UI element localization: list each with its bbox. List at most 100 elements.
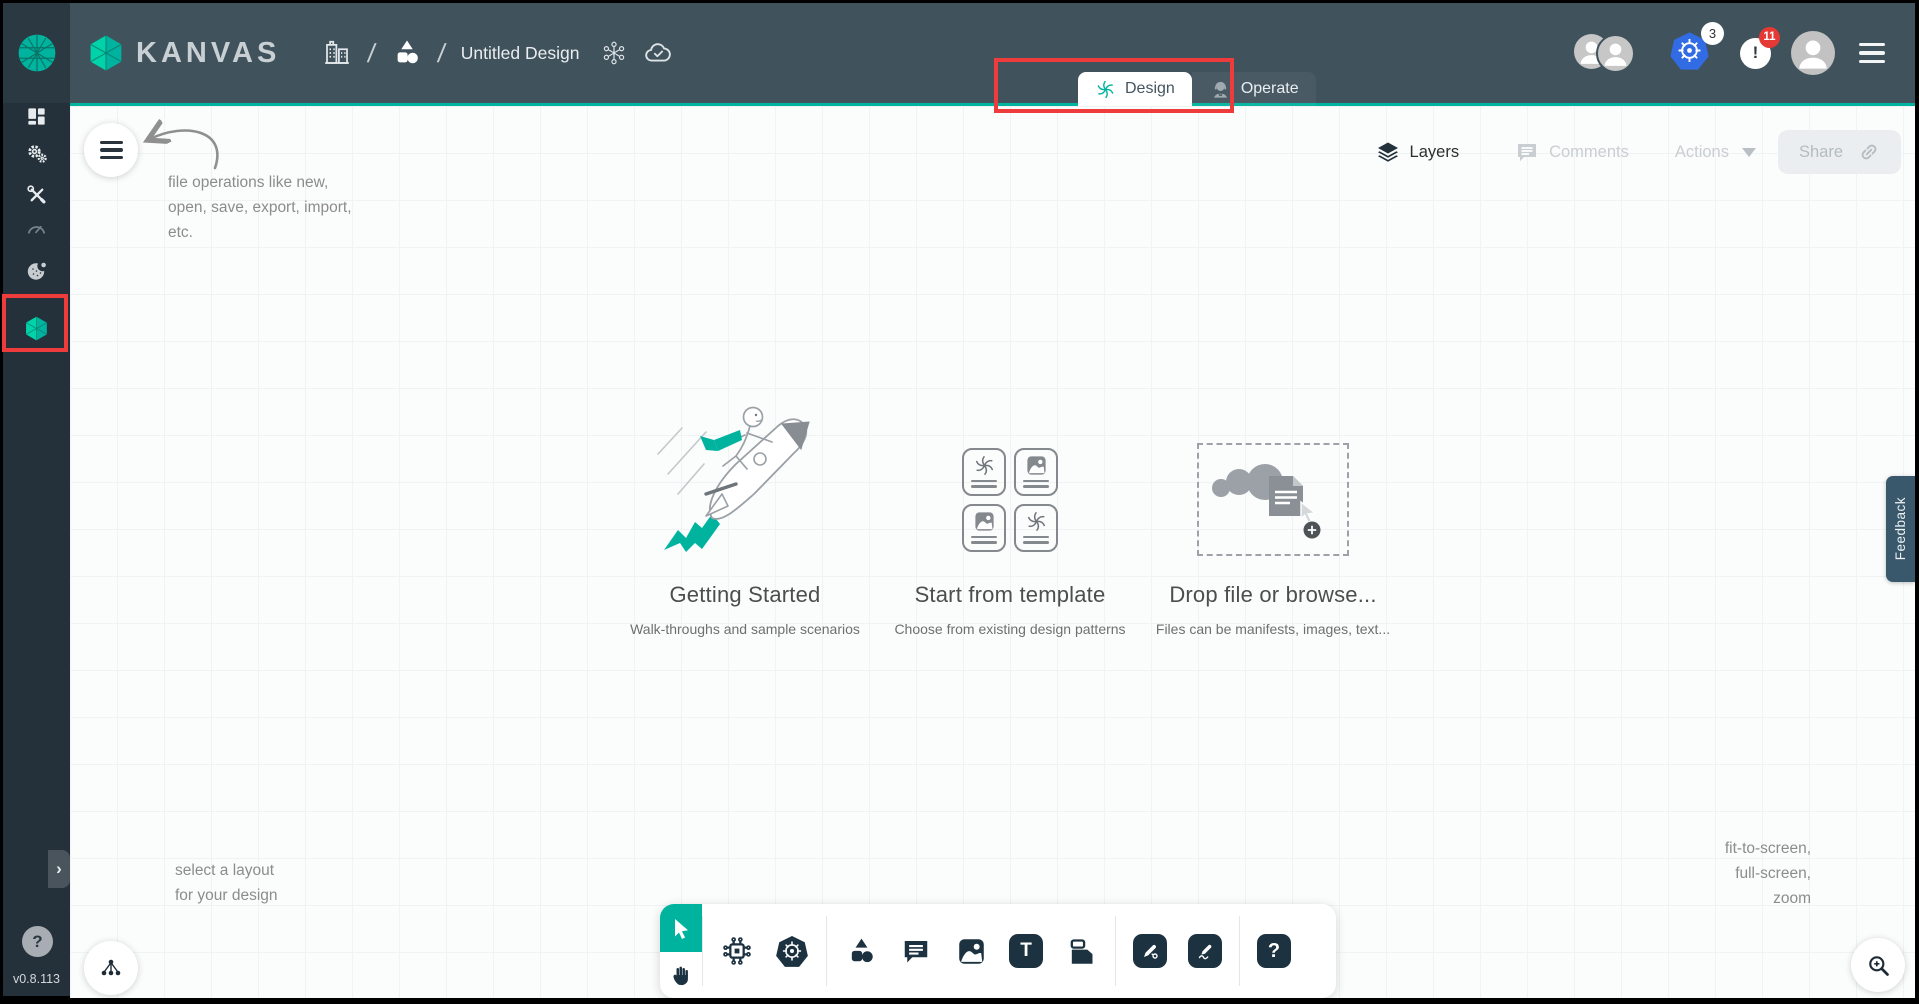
tab-design[interactable]: Design <box>1078 72 1192 106</box>
card-start-from-template[interactable]: Start from template Choose from existing… <box>860 384 1160 637</box>
comment-tool[interactable] <box>899 934 933 968</box>
spiral-icon <box>1025 510 1048 533</box>
card-title[interactable]: Start from template <box>860 582 1160 608</box>
notifications-button[interactable]: ! 11 <box>1740 38 1771 69</box>
design-canvas[interactable]: file operations like new, open, save, ex… <box>70 106 1915 998</box>
pan-tool[interactable] <box>660 952 702 998</box>
cloud-check-icon <box>643 38 673 68</box>
header-menu-button[interactable] <box>1855 39 1889 68</box>
comment-icon <box>1515 140 1539 164</box>
zoom-controls-button[interactable] <box>1851 938 1905 992</box>
sidebar-expand-button[interactable]: › <box>48 850 70 888</box>
template-tile[interactable] <box>962 448 1006 496</box>
image-icon <box>956 936 987 967</box>
note-tool[interactable] <box>1064 934 1098 968</box>
getting-started-illustration <box>585 384 905 566</box>
card-getting-started[interactable]: Getting Started Walk-throughs and sample… <box>585 384 905 637</box>
circuit-icon <box>721 935 753 967</box>
chevron-down-icon <box>1742 148 1756 157</box>
person-icon <box>1791 31 1835 75</box>
left-sidebar: › ? v0.8.113 <box>3 3 70 996</box>
annotation-file-operations: file operations like new, open, save, ex… <box>168 170 352 245</box>
organization-button[interactable] <box>322 38 352 68</box>
tools-icon <box>25 183 48 206</box>
profile-avatar[interactable] <box>1791 31 1835 75</box>
tab-operate-label: Operate <box>1241 80 1299 98</box>
header-actions: 3 ! 11 <box>1574 3 1889 103</box>
select-tool-active[interactable] <box>660 904 702 952</box>
help-glyph: ? <box>1268 940 1280 963</box>
feedback-tab[interactable]: Feedback <box>1886 476 1915 582</box>
canvas-actionbar: Layers Comments Actions Share <box>1376 128 1901 176</box>
avatar <box>1596 34 1635 73</box>
shapes-tool[interactable] <box>844 934 878 968</box>
card-subtitle: Walk-throughs and sample scenarios <box>585 621 905 637</box>
components-tool[interactable] <box>720 934 754 968</box>
dashboard-icon <box>25 105 48 128</box>
mode-tabbar: Design Operate <box>1078 72 1316 106</box>
breadcrumb-separator: / <box>366 38 378 69</box>
kubernetes-components-tool[interactable] <box>775 934 809 968</box>
image-icon <box>973 510 996 533</box>
collaborator-avatars[interactable] <box>1574 34 1635 73</box>
layers-button[interactable]: Layers <box>1376 140 1460 164</box>
designs-button[interactable] <box>392 38 422 68</box>
cursor-icon <box>669 916 693 940</box>
kubernetes-context-button[interactable]: 3 <box>1669 30 1710 76</box>
kanvas-brand[interactable]: KANVAS <box>86 33 280 73</box>
meshery-sphere-icon <box>16 32 58 74</box>
comments-button[interactable]: Comments <box>1515 140 1629 164</box>
toolbar-help-button[interactable]: ? <box>1257 934 1291 968</box>
template-tile[interactable] <box>962 504 1006 552</box>
design-relationships-button[interactable] <box>601 40 627 66</box>
actions-dropdown[interactable]: Actions <box>1675 143 1756 162</box>
app-version: v0.8.113 <box>3 972 70 986</box>
meshery-logo[interactable] <box>3 3 70 103</box>
save-status-button[interactable] <box>643 38 673 68</box>
sticky-note-icon <box>1066 936 1097 967</box>
hand-icon <box>670 964 693 987</box>
card-title[interactable]: Drop file or browse... <box>1123 582 1423 608</box>
sidebar-item-dashboard[interactable] <box>3 97 70 135</box>
sidebar-item-mesh-adapter[interactable] <box>3 251 70 289</box>
layout-graph-icon <box>99 956 123 980</box>
freehand-draw-tool[interactable] <box>1188 934 1222 968</box>
edge-pen-tool[interactable] <box>1133 934 1167 968</box>
annotation-select-layout: select a layout for your design <box>175 858 278 908</box>
breadcrumb: / / Untitled Design <box>322 38 673 69</box>
card-subtitle: Choose from existing design patterns <box>860 621 1160 637</box>
layout-selector-button[interactable] <box>84 941 138 995</box>
annotation-zoom-controls: fit-to-screen, full-screen, zoom <box>1725 836 1811 911</box>
template-tile[interactable] <box>1014 448 1058 496</box>
shapes-icon <box>392 38 422 68</box>
file-drop-zone[interactable] <box>1197 443 1349 556</box>
tab-operate[interactable]: Operate <box>1192 72 1316 106</box>
kanvas-hexagon-icon <box>23 315 50 342</box>
comments-label: Comments <box>1549 143 1629 162</box>
template-tile[interactable] <box>1014 504 1058 552</box>
sidebar-item-settings[interactable] <box>3 135 70 173</box>
card-title[interactable]: Getting Started <box>585 582 905 608</box>
sidebar-item-performance[interactable] <box>3 209 70 247</box>
image-tool[interactable] <box>954 934 988 968</box>
bottom-toolbar: T <box>660 904 1336 998</box>
file-operations-menu-button[interactable] <box>84 123 138 177</box>
kubernetes-icon <box>775 934 809 968</box>
kubernetes-context-count: 3 <box>1701 22 1724 45</box>
magnifier-plus-icon <box>1865 952 1892 979</box>
operate-headset-icon <box>1209 78 1232 101</box>
sidebar-item-toolbox[interactable] <box>3 175 70 213</box>
chevron-right-icon: › <box>56 859 62 879</box>
card-drop-file[interactable]: Drop file or browse... Files can be mani… <box>1123 384 1423 637</box>
building-icon <box>322 38 352 68</box>
help-button[interactable]: ? <box>22 926 53 957</box>
document-title[interactable]: Untitled Design <box>461 43 580 64</box>
share-button[interactable]: Share <box>1778 130 1901 174</box>
sidebar-item-kanvas[interactable] <box>3 309 70 347</box>
feedback-label: Feedback <box>1893 497 1908 560</box>
actions-label: Actions <box>1675 143 1729 162</box>
top-header: KANVAS / / Untitled Design <box>70 3 1915 106</box>
card-subtitle: Files can be manifests, images, text... <box>1123 621 1423 637</box>
tab-design-label: Design <box>1125 80 1175 98</box>
text-tool[interactable]: T <box>1009 934 1043 968</box>
